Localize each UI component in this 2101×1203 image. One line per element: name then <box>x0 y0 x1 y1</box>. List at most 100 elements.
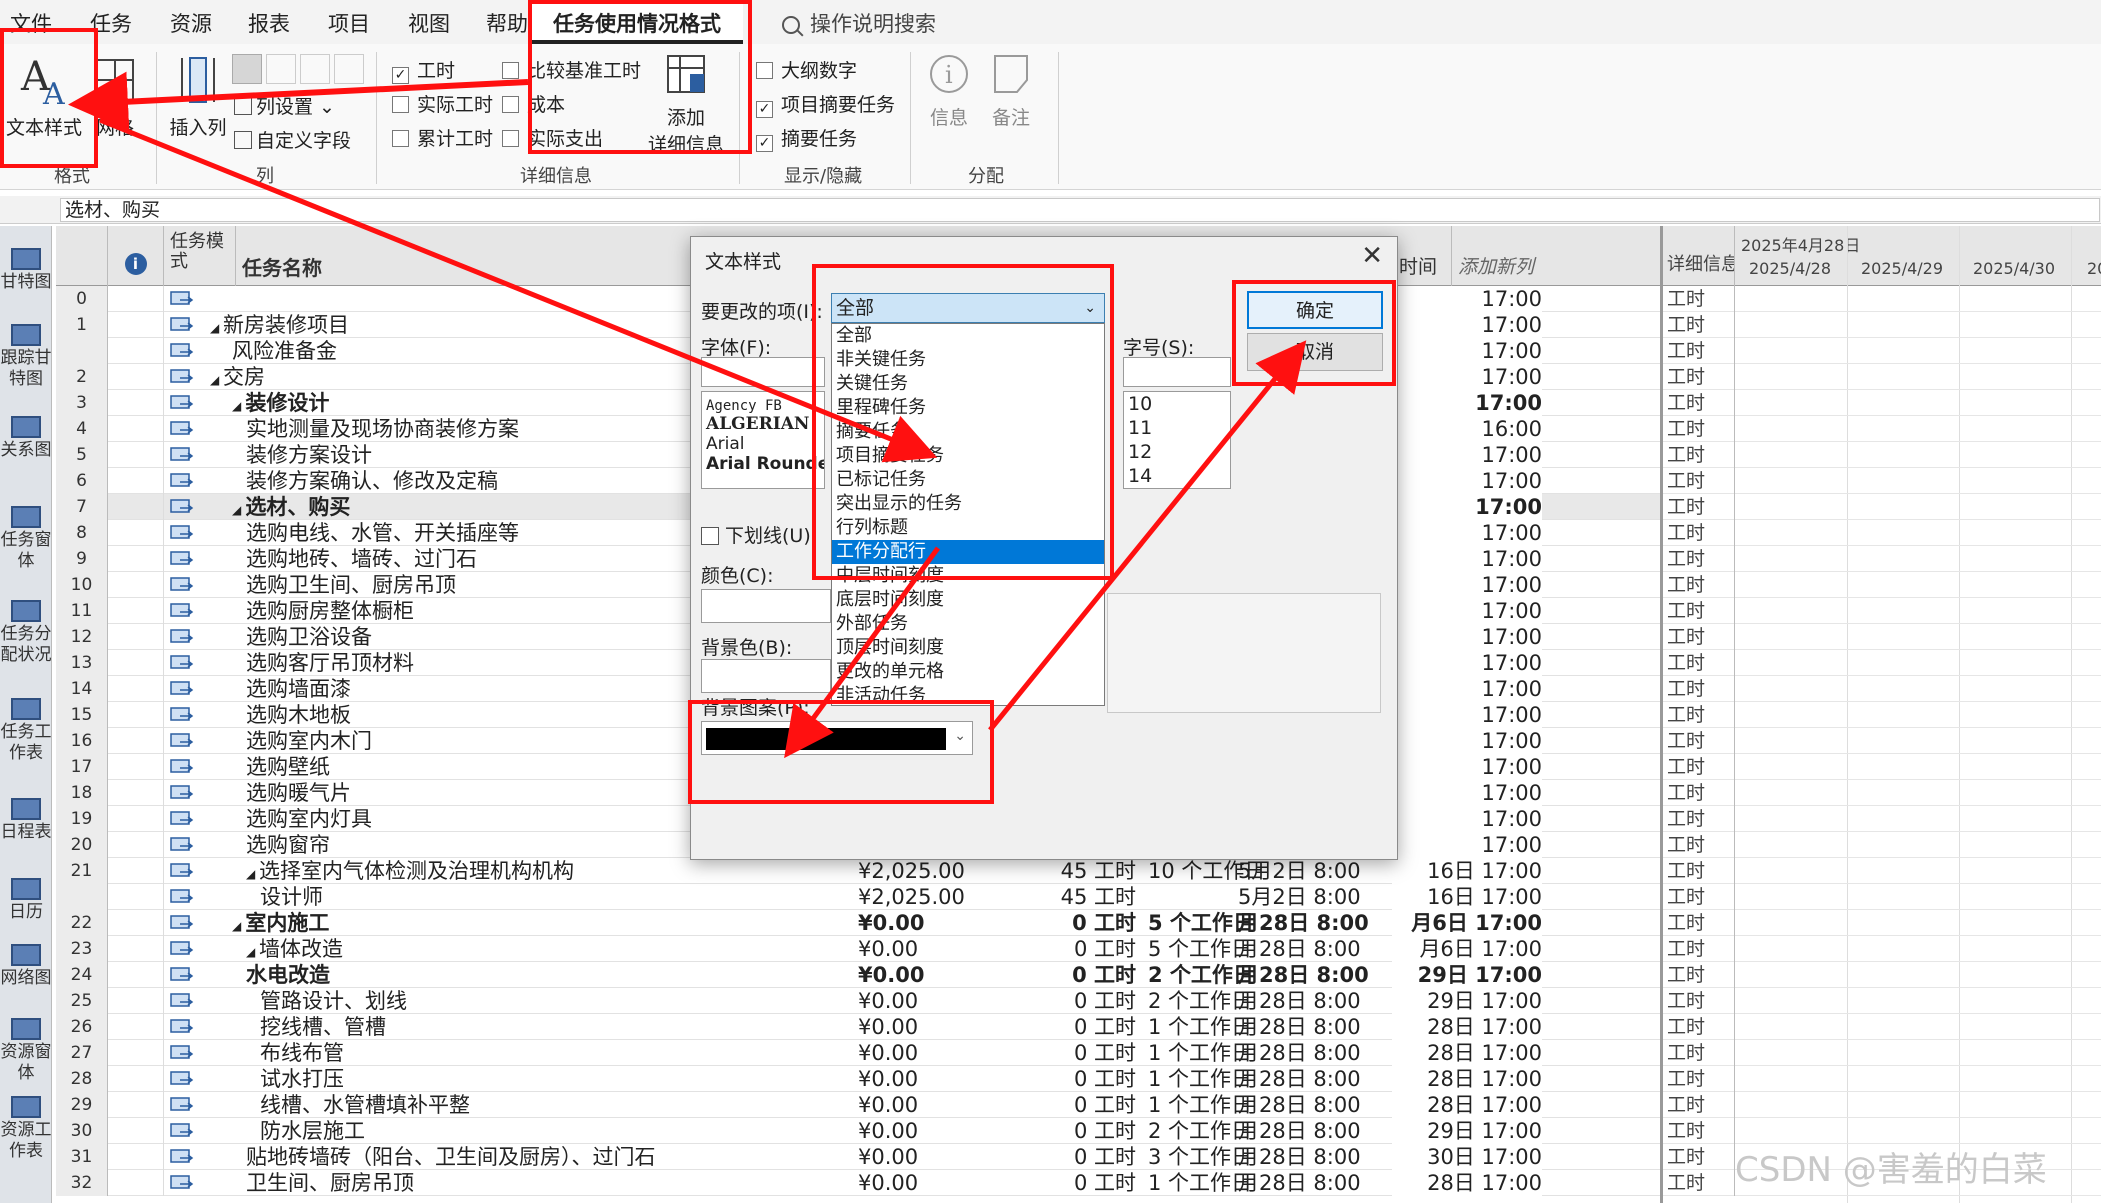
row-number[interactable] <box>56 338 108 364</box>
task-name-cell[interactable]: 装修方案确认、修改及定稿 <box>246 468 498 494</box>
cost-cell[interactable]: ¥0.00 <box>858 936 918 962</box>
item-option[interactable]: 非活动任务 <box>832 684 1104 705</box>
cost-cell[interactable]: ¥0.00 <box>858 1040 918 1066</box>
duration-cell[interactable]: 1 个工作日 <box>1148 1066 1252 1092</box>
size-option[interactable]: 11 <box>1128 416 1230 440</box>
finish-cell[interactable]: 28日 17:00 <box>1392 1040 1542 1066</box>
row-number[interactable]: 25 <box>56 988 108 1014</box>
work-cell[interactable]: 0 工时 <box>1006 988 1136 1014</box>
timephased-row[interactable]: 工时 <box>1663 1118 2101 1144</box>
row-number[interactable]: 3 <box>56 390 108 416</box>
row-number[interactable]: 17 <box>56 754 108 780</box>
font-option[interactable]: Arial Rounded <box>702 454 824 474</box>
item-option[interactable]: 更改的单元格 <box>832 660 1104 684</box>
timephased-row[interactable]: 工时 <box>1663 936 2101 962</box>
finish-cell[interactable]: 17:00 <box>1392 624 1542 650</box>
collapse-triangle-icon[interactable]: ◢ <box>246 867 259 881</box>
outline-number-checkbox[interactable]: 大纲数字 <box>756 56 857 83</box>
task-name-cell[interactable]: ◢ 交房 <box>210 364 265 390</box>
work-cell[interactable]: 0 工时 <box>1006 1066 1136 1092</box>
timephased-row[interactable]: 工时 <box>1663 910 2101 936</box>
cost-cell[interactable]: ¥0.00 <box>858 988 918 1014</box>
row-number[interactable]: 18 <box>56 780 108 806</box>
finish-cell[interactable]: 17:00 <box>1392 754 1542 780</box>
task-name-cell[interactable]: 选购室内木门 <box>246 728 372 754</box>
row-number[interactable]: 5 <box>56 442 108 468</box>
finish-cell[interactable]: 17:00 <box>1392 676 1542 702</box>
view-item[interactable]: 任务分配状况 <box>0 600 52 666</box>
menu-file[interactable]: 文件 <box>10 8 52 38</box>
task-name-cell[interactable]: ◢ 室内施工 <box>232 910 329 936</box>
cost-cell[interactable]: ¥2,025.00 <box>858 884 965 910</box>
duration-cell[interactable]: 1 个工作日 <box>1148 1014 1252 1040</box>
size-list[interactable]: 10 11 12 14 <box>1123 391 1231 489</box>
work-cell[interactable]: 0 工时 <box>1006 1014 1136 1040</box>
item-option[interactable]: 外部任务 <box>832 612 1104 636</box>
font-list[interactable]: Agency FB ALGERIAN Arial Arial Rounded <box>701 391 825 489</box>
table-row[interactable]: 24 水电改造 ¥0.00 0 工时 2 个工作日 月28日 8:00 29日 17:00 <box>56 962 1661 988</box>
background-pattern-dropdown[interactable]: ⌄ <box>701 721 973 755</box>
start-cell[interactable]: 月28日 8:00 <box>1238 1066 1361 1092</box>
underline-checkbox[interactable]: 下划线(U) <box>701 521 811 548</box>
work-cell[interactable]: 0 工时 <box>1006 1118 1136 1144</box>
cancel-button[interactable]: 取消 <box>1247 333 1383 371</box>
task-name-cell[interactable]: 选购暖气片 <box>246 780 351 806</box>
task-name-cell[interactable]: 实地测量及现场协商装修方案 <box>246 416 519 442</box>
add-details-button[interactable]: 添加 详细信息 <box>646 52 726 157</box>
task-name-cell[interactable]: 选购客厅吊顶材料 <box>246 650 414 676</box>
row-number[interactable]: 16 <box>56 728 108 754</box>
cost-cell[interactable]: ¥0.00 <box>858 1118 918 1144</box>
insert-column-button[interactable]: 插入列 <box>168 52 228 140</box>
timephased-row[interactable]: 工时 <box>1663 624 2101 650</box>
size-input[interactable] <box>1123 357 1231 387</box>
cost-cell[interactable]: ¥0.00 <box>858 1170 918 1196</box>
view-item[interactable]: 网络图 <box>0 944 52 989</box>
start-cell[interactable]: 5月2日 8:00 <box>1238 884 1361 910</box>
timephased-row[interactable]: 工时 <box>1663 1092 2101 1118</box>
finish-cell[interactable]: 17:00 <box>1392 390 1542 416</box>
table-row[interactable]: 32 卫生间、厨房吊顶 ¥0.00 0 工时 1 个工作日 月28日 8:00 28日 17… <box>56 1170 1661 1196</box>
row-number[interactable]: 10 <box>56 572 108 598</box>
row-number[interactable]: 8 <box>56 520 108 546</box>
finish-cell[interactable]: 28日 17:00 <box>1392 1066 1542 1092</box>
wrap-text-icon[interactable] <box>334 54 364 84</box>
help-search[interactable]: 操作说明搜索 <box>782 8 936 38</box>
timephased-row[interactable]: 工时 <box>1663 338 2101 364</box>
timephased-row[interactable]: 工时 <box>1663 312 2101 338</box>
text-styles-button[interactable]: AA 文本样式 <box>6 52 82 140</box>
finish-cell[interactable]: 29日 17:00 <box>1392 988 1542 1014</box>
table-row[interactable]: 设计师 ¥2,025.00 45 工时 5月2日 8:00 16日 17:00 <box>56 884 1661 910</box>
timephased-row[interactable]: 工时 <box>1663 754 2101 780</box>
finish-cell[interactable]: 17:00 <box>1392 546 1542 572</box>
row-number[interactable]: 2 <box>56 364 108 390</box>
item-option[interactable]: 突出显示的任务 <box>832 492 1104 516</box>
row-number[interactable]: 32 <box>56 1170 108 1196</box>
duration-cell[interactable]: 3 个工作日 <box>1148 1144 1252 1170</box>
start-cell[interactable]: 月28日 8:00 <box>1238 1092 1361 1118</box>
finish-cell[interactable]: 17:00 <box>1392 832 1542 858</box>
duration-cell[interactable]: 1 个工作日 <box>1148 1040 1252 1066</box>
timephased-row[interactable]: 工时 <box>1663 416 2101 442</box>
finish-cell[interactable]: 17:00 <box>1392 338 1542 364</box>
view-item[interactable]: 甘特图 <box>0 248 52 293</box>
indicators-header[interactable]: i <box>108 226 164 286</box>
add-new-column-header[interactable]: 添加新列 <box>1452 226 1661 286</box>
start-cell[interactable]: 月28日 8:00 <box>1238 1014 1361 1040</box>
work-cell[interactable]: 0 工时 <box>1006 910 1136 936</box>
row-number[interactable]: 0 <box>56 286 108 312</box>
item-option[interactable]: 行列标题 <box>832 516 1104 540</box>
align-left-icon[interactable] <box>232 54 262 84</box>
start-cell[interactable]: 月28日 8:00 <box>1238 988 1361 1014</box>
close-icon[interactable]: ✕ <box>1361 241 1383 271</box>
duration-cell[interactable]: 5 个工作日 <box>1148 936 1252 962</box>
finish-cell[interactable]: 17:00 <box>1392 364 1542 390</box>
item-option[interactable]: 已标记任务 <box>832 468 1104 492</box>
menu-view[interactable]: 视图 <box>408 8 450 38</box>
task-name-cell[interactable]: 挖线槽、管槽 <box>260 1014 386 1040</box>
timephased-row[interactable]: 工时 <box>1663 572 2101 598</box>
work-cell[interactable]: 45 工时 <box>1006 884 1136 910</box>
task-name-cell[interactable]: ◢ 选择室内气体检测及治理机构机构 <box>246 858 574 884</box>
table-row[interactable]: 25 管路设计、划线 ¥0.00 0 工时 2 个工作日 月28日 8:00 29日 17:… <box>56 988 1661 1014</box>
task-name-cell[interactable]: 选购电线、水管、开关插座等 <box>246 520 519 546</box>
task-name-cell[interactable]: 水电改造 <box>246 962 330 988</box>
